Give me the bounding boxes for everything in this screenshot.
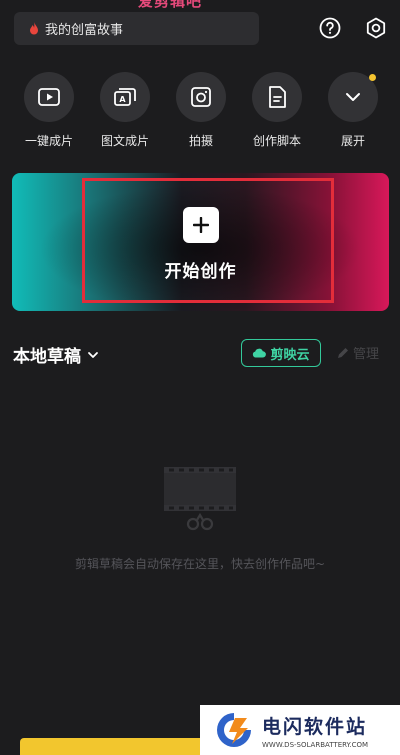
svg-text:A: A [119,95,126,104]
tool-label: 展开 [340,134,365,148]
plus-icon [183,207,219,243]
start-creation-label: 开始创作 [164,262,237,282]
chevron-down-icon [88,351,98,358]
image-text-icon: A [114,88,136,106]
top-title-strip: 爱剪辑吧 [0,0,400,8]
watermark-title: 电闪软件站 [262,715,368,738]
flame-icon [28,22,39,36]
chevron-down-icon [346,93,360,101]
watermark-badge: 电闪软件站 WWW.DS-SOLARBATTERY.COM [200,705,400,755]
tool-expand[interactable]: 展开 [322,72,384,149]
watermark-logo-icon [217,713,251,747]
tool-label: 图文成片 [100,134,149,148]
edit-icon [338,347,348,358]
search-text: 我的创富故事 [45,23,124,38]
tool-label: 拍摄 [188,134,213,148]
empty-film-icon [164,467,236,531]
tool-row: 一键成片 A 图文成片 拍摄 创作脚本 展开 [0,72,400,152]
cloud-button[interactable]: 剪映云 [241,339,321,367]
settings-gear-icon[interactable] [365,17,387,39]
camera-icon [191,87,211,107]
cloud-label: 剪映云 [270,347,310,363]
play-video-icon [38,88,60,106]
start-creation-banner[interactable]: 开始创作 [12,173,389,311]
manage-label: 管理 [353,347,380,362]
tool-label: 一键成片 [24,134,73,148]
tool-image-text[interactable]: A 图文成片 [94,72,156,149]
script-icon [269,86,286,108]
bottom-yellow-bar [20,738,220,755]
cloud-icon [253,348,267,358]
tool-one-click-button[interactable] [24,72,74,122]
tool-shoot-button[interactable] [176,72,226,122]
tool-one-click[interactable]: 一键成片 [18,72,80,149]
empty-drafts-text: 剪辑草稿会自动保存在这里，快去创作作品吧~ [74,557,326,571]
tool-label: 创作脚本 [252,134,301,148]
notification-dot [369,74,376,81]
manage-button[interactable]: 管理 [336,343,379,362]
tool-image-text-button[interactable]: A [100,72,150,122]
local-drafts-dropdown[interactable]: 本地草稿 [13,342,99,367]
tool-script-button[interactable] [252,72,302,122]
search-bar[interactable]: 我的创富故事 [14,12,259,45]
local-drafts-title: 本地草稿 [13,347,81,367]
partial-title: 爱剪辑吧 [138,0,202,8]
tool-expand-button[interactable] [328,72,378,122]
tool-shoot[interactable]: 拍摄 [170,72,232,149]
watermark-url: WWW.DS-SOLARBATTERY.COM [262,740,369,749]
tool-script[interactable]: 创作脚本 [246,72,308,149]
help-icon[interactable] [319,17,341,39]
